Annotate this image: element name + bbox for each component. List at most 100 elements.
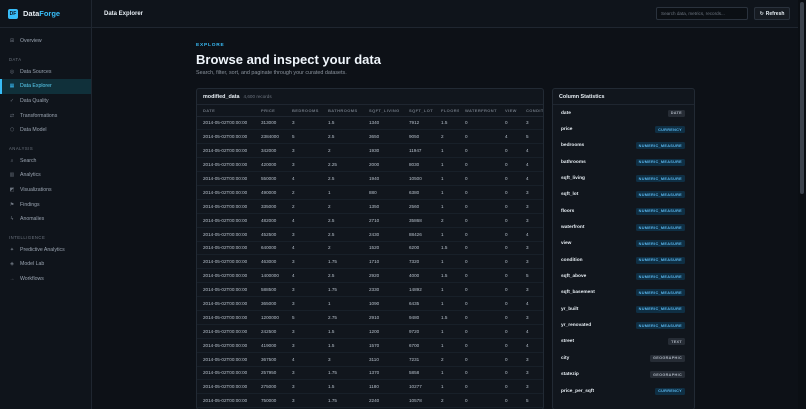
table-cell: 463000 <box>255 254 286 270</box>
table-row[interactable]: 2014-05-02T00:00:00 550000 4 2.5 1940 10500 1 0… <box>197 171 543 186</box>
column-header[interactable]: CONDITI <box>520 105 543 117</box>
table-cell: 0 <box>499 116 520 131</box>
stat-item[interactable]: yr_built NUMERIC_MEASURE <box>553 301 694 317</box>
table-row[interactable]: 2014-05-02T00:00:00 335000 2 2 1350 2560 1 0 0 3 <box>197 199 543 214</box>
stat-item[interactable]: floors NUMERIC_MEASURE <box>553 203 694 219</box>
table-cell: 3 <box>286 143 322 159</box>
type-badge: NUMERIC_MEASURE <box>635 224 685 232</box>
table-row[interactable]: 2014-05-02T00:00:00 1400000 4 2.5 2920 4000 1.… <box>197 268 543 284</box>
table-header-row: DATE PRICE BEDROOMS BATHROOMS SQFT_LIVING SQF… <box>197 105 543 117</box>
stat-item[interactable]: waterfront NUMERIC_MEASURE <box>553 219 694 235</box>
table-row[interactable]: 2014-05-02T00:00:00 420000 3 2.25 2000 8030 1 0… <box>197 157 543 173</box>
sidebar-item-predictive-analytics[interactable]: ✦ Predictive Analytics <box>0 243 91 258</box>
stat-item[interactable]: yr_renovated NUMERIC_MEASURE <box>553 317 694 333</box>
table-row[interactable]: 2014-05-02T00:00:00 1200000 5 2.75 2910 9480 1… <box>197 310 543 325</box>
sidebar-item-anomalies[interactable]: ϟ Anomalies <box>0 212 91 227</box>
stat-item[interactable]: date DATE <box>553 105 694 121</box>
table-row[interactable]: 2014-05-02T00:00:00 365000 3 1 1090 6435 1 0 0 4 <box>197 296 543 311</box>
column-header[interactable]: SQFT_LIVING <box>363 105 403 117</box>
column-header[interactable]: VIEW <box>499 105 520 117</box>
sidebar-item-visualizations[interactable]: ◩ Visualizations <box>0 183 91 198</box>
table-row[interactable]: 2014-05-02T00:00:00 490000 2 1 880 6380 1 0 0 3 <box>197 185 543 200</box>
table-row[interactable]: 2014-05-02T00:00:00 750000 3 1.75 2240 10578 2… <box>197 393 543 409</box>
table-cell: 1200 <box>363 324 403 339</box>
table-cell: 0 <box>459 185 499 200</box>
stat-item[interactable]: bathrooms NUMERIC_MEASURE <box>553 154 694 170</box>
sidebar-item-transformations[interactable]: ⇄ Transformations <box>0 108 91 123</box>
table-cell: 2014-05-02T00:00:00 <box>197 213 255 228</box>
table-cell: 1.75 <box>322 254 363 270</box>
stat-item[interactable]: condition NUMERIC_MEASURE <box>553 252 694 268</box>
table-cell: 6200 <box>403 241 435 256</box>
sidebar-item-findings[interactable]: ⚑ Findings <box>0 197 91 212</box>
table-row[interactable]: 2014-05-02T00:00:00 257950 3 1.75 1370 5858 1 0… <box>197 366 543 381</box>
stat-item[interactable]: sqft_living NUMERIC_MEASURE <box>553 170 694 186</box>
table-cell: 0 <box>459 282 499 298</box>
table-row[interactable]: 2014-05-02T00:00:00 452500 3 2.5 2430 88426 1 0… <box>197 227 543 242</box>
stat-column-name: yr_built <box>561 306 579 312</box>
sidebar-item-data-explorer[interactable]: ▦ Data Explorer <box>0 79 91 94</box>
stat-item[interactable]: street TEXT <box>553 334 694 350</box>
table-cell: 5 <box>520 129 543 145</box>
sidebar-item-data-model[interactable]: ⬡ Data Model <box>0 123 91 138</box>
column-header[interactable]: BEDROOMS <box>286 105 322 117</box>
brand[interactable]: DF DataForge <box>0 0 91 28</box>
sidebar-item-analytics[interactable]: ▥ Analytics <box>0 168 91 183</box>
sidebar-item-label: Transformations <box>20 112 58 119</box>
table-row[interactable]: 2014-05-02T00:00:00 275000 3 1.5 1180 10277 1 0… <box>197 379 543 395</box>
table-row[interactable]: 2014-05-02T00:00:00 463000 3 1.75 1710 7320 1 0… <box>197 254 543 270</box>
table-cell: 3 <box>286 157 322 173</box>
sidebar-item-model-lab[interactable]: ◈ Model Lab <box>0 257 91 272</box>
sidebar-item-data-quality[interactable]: ✓ Data Quality <box>0 94 91 109</box>
stat-item[interactable]: sqft_lot NUMERIC_MEASURE <box>553 187 694 203</box>
stat-item[interactable]: sqft_above NUMERIC_MEASURE <box>553 268 694 284</box>
table-cell: 257950 <box>255 366 286 381</box>
table-row[interactable]: 2014-05-02T00:00:00 2384000 5 2.5 3650 9050 2 0… <box>197 129 543 145</box>
stat-item[interactable]: sqft_basement NUMERIC_MEASURE <box>553 285 694 301</box>
table-row[interactable]: 2014-05-02T00:00:00 313000 3 1.5 1340 7912 1.5… <box>197 116 543 131</box>
sidebar-item-workflows[interactable]: → Workflows <box>0 272 91 287</box>
stat-item[interactable]: price_per_sqft CURRENCY <box>553 383 694 399</box>
scrollbar-thumb[interactable] <box>800 2 804 194</box>
sidebar-item-data-sources[interactable]: ◎ Data Sources <box>0 65 91 80</box>
table-cell: 2.5 <box>322 268 363 284</box>
table-cell: 1400000 <box>255 268 286 284</box>
type-badge: NUMERIC_MEASURE <box>635 142 685 150</box>
table-cell: 4000 <box>403 268 435 284</box>
stat-item[interactable]: bedrooms NUMERIC_MEASURE <box>553 138 694 154</box>
table-cell: 4 <box>520 227 543 242</box>
refresh-button[interactable]: ↻ Refresh <box>754 7 790 20</box>
column-header[interactable]: WATERFRONT <box>459 105 499 117</box>
search-icon: ⌕ <box>10 157 14 164</box>
table-row[interactable]: 2014-05-02T00:00:00 640000 4 2 1520 6200 1.5 0 0… <box>197 241 543 256</box>
stat-column-name: city <box>561 355 570 361</box>
table-cell: 6700 <box>403 338 435 353</box>
page-scrollbar[interactable] <box>798 0 806 409</box>
table-row[interactable]: 2014-05-02T00:00:00 482000 4 2.5 2710 35868 2 0… <box>197 213 543 228</box>
sidebar-item-search[interactable]: ⌕ Search <box>0 154 91 169</box>
table-row[interactable]: 2014-05-02T00:00:00 367500 4 3 3110 7231 2 0 0 3 <box>197 352 543 367</box>
table-cell: 2330 <box>363 282 403 298</box>
stat-item[interactable]: city GEOGRAPHIC <box>553 350 694 366</box>
table-cell: 452500 <box>255 227 286 242</box>
refresh-label: Refresh <box>765 10 785 17</box>
table-row[interactable]: 2014-05-02T00:00:00 419000 3 1.5 1570 6700 1 0 0… <box>197 338 543 353</box>
table-row[interactable]: 2014-05-02T00:00:00 588500 3 1.75 2330 14892 1… <box>197 282 543 298</box>
search-input[interactable] <box>656 7 748 20</box>
table-cell: 2014-05-02T00:00:00 <box>197 241 255 256</box>
table-cell: 2.75 <box>322 310 363 325</box>
table-row[interactable]: 2014-05-02T00:00:00 342000 3 2 1930 11947 1 0 0 4 <box>197 143 543 159</box>
column-header[interactable]: SQFT_LOT <box>403 105 435 117</box>
column-header[interactable]: PRICE <box>255 105 286 117</box>
sidebar-item-overview[interactable]: ⊞ Overview <box>0 34 91 49</box>
type-badge: GEOGRAPHIC <box>650 371 685 379</box>
table-row[interactable]: 2014-05-02T00:00:00 242500 3 1.5 1200 9720 1 0 0… <box>197 324 543 339</box>
stat-item[interactable]: view NUMERIC_MEASURE <box>553 236 694 252</box>
stat-item[interactable]: price CURRENCY <box>553 121 694 137</box>
table-cell: 3 <box>520 116 543 131</box>
column-header[interactable]: DATE <box>197 105 255 117</box>
column-header[interactable]: BATHROOMS <box>322 105 363 117</box>
table-cell: 0 <box>459 213 499 228</box>
column-header[interactable]: FLOORS <box>435 105 459 117</box>
stat-item[interactable]: statezip GEOGRAPHIC <box>553 367 694 383</box>
